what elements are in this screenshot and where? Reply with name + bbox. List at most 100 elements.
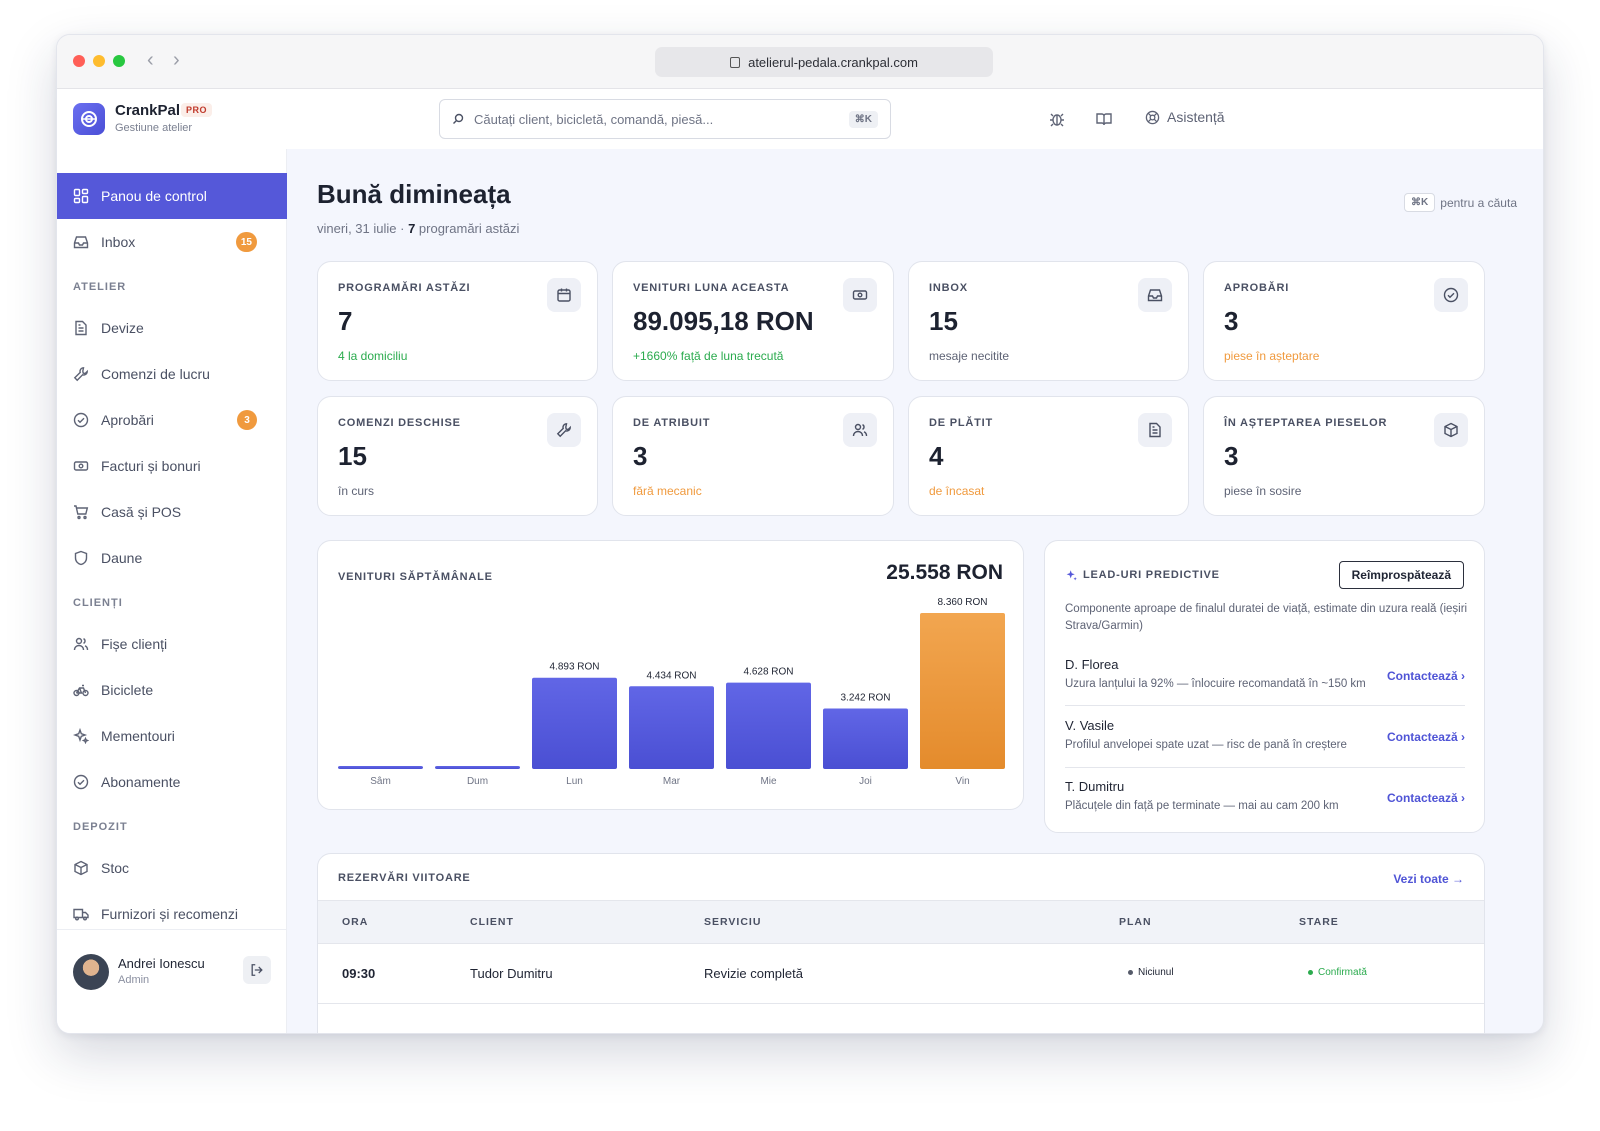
- column-header[interactable]: PLAN: [1119, 916, 1152, 928]
- sidebar-item-subscriptions[interactable]: Abonamente: [57, 759, 287, 805]
- logout-icon: [251, 964, 263, 976]
- stat-sub: piese în așteptare: [1224, 349, 1320, 363]
- bar-Lun[interactable]: [532, 677, 617, 769]
- column-header[interactable]: CLIENT: [470, 916, 514, 928]
- stat-sub: 4 la domiciliu: [338, 349, 408, 363]
- sidebar-item-bicycles[interactable]: Biciclete: [57, 667, 287, 713]
- approvals-count-badge: 3: [237, 410, 257, 430]
- booking-service: Revizie completă: [704, 966, 803, 981]
- hint-shortcut: ⌘K: [1404, 193, 1436, 212]
- sidebar-item-devize[interactable]: Devize: [57, 305, 287, 351]
- sidebar-item-label: Devize: [101, 320, 144, 336]
- app-header: CrankPal PRO Gestiune atelier Căutați cl…: [57, 89, 1543, 149]
- url-text: atelierul-pedala.crankpal.com: [748, 54, 918, 70]
- user-name: Andrei Ionescu: [118, 956, 205, 971]
- lead-name: V. Vasile: [1065, 718, 1115, 733]
- stat-card-revenue-month[interactable]: VENITURI LUNA ACEASTA 89.095,18 RON +166…: [612, 261, 894, 381]
- sidebar-item-reminders[interactable]: Mementouri: [57, 713, 287, 759]
- sidebar-item-pos[interactable]: Casă și POS: [57, 489, 287, 535]
- bar-Mie[interactable]: [726, 682, 811, 769]
- sidebar-item-dashboard[interactable]: Panou de control: [57, 173, 287, 219]
- table-title: REZERVĂRI VIITOARE: [338, 872, 471, 884]
- bar-Dum[interactable]: [435, 766, 520, 769]
- user-profile: Andrei Ionescu Admin: [57, 929, 287, 1033]
- stat-card-awaiting-parts[interactable]: ÎN AȘTEPTAREA PIESELOR 3 piese în sosire: [1203, 396, 1485, 516]
- sidebar-item-label: Abonamente: [101, 774, 181, 790]
- docs-book-icon[interactable]: [1094, 109, 1114, 129]
- brand-logo-icon[interactable]: [73, 103, 105, 135]
- plan-value: Niciunul: [1138, 967, 1174, 978]
- sidebar-item-invoices[interactable]: Facturi și bonuri: [57, 443, 287, 489]
- avatar[interactable]: [73, 954, 109, 990]
- stat-sub: +1660% față de luna trecută: [633, 349, 784, 363]
- back-arrow-icon[interactable]: ‹: [147, 49, 154, 72]
- document-icon: [1138, 413, 1172, 447]
- sidebar-item-stock[interactable]: Stoc: [57, 845, 287, 891]
- stat-card-open-orders[interactable]: COMENZI DESCHISE 15 în curs: [317, 396, 598, 516]
- column-header[interactable]: STARE: [1299, 916, 1339, 928]
- stat-card-appointments[interactable]: PROGRAMĂRI ASTĂZI 7 4 la domiciliu: [317, 261, 598, 381]
- global-search-input[interactable]: Căutați client, bicicletă, comandă, pies…: [439, 99, 891, 139]
- sidebar-item-inbox[interactable]: Inbox 15: [57, 219, 287, 265]
- close-window-button[interactable]: [73, 55, 85, 67]
- address-bar[interactable]: atelierul-pedala.crankpal.com: [655, 47, 993, 77]
- sidebar-item-damages[interactable]: Daune: [57, 535, 287, 581]
- sidebar: Panou de control Inbox 15 ATELIER Devize…: [57, 149, 287, 1033]
- x-tick-label: Lun: [566, 776, 583, 787]
- contact-link[interactable]: Contactează ›: [1387, 791, 1465, 805]
- plan-badge: PRO: [181, 103, 213, 117]
- bar-Mar[interactable]: [629, 686, 714, 769]
- stat-card-approvals[interactable]: APROBĂRI 3 piese în așteptare: [1203, 261, 1485, 381]
- stat-card-inbox[interactable]: INBOX 15 mesaje necitite: [908, 261, 1189, 381]
- bar-Vin[interactable]: [920, 613, 1005, 769]
- stat-label: APROBĂRI: [1224, 282, 1290, 294]
- main-content: Bună dimineața vineri, 31 iulie · 7 prog…: [287, 149, 1543, 1033]
- users-icon: [73, 637, 89, 651]
- stat-value: 3: [1224, 441, 1239, 471]
- bar-Sâm[interactable]: [338, 766, 423, 769]
- stat-card-to-pay[interactable]: DE PLĂTIT 4 de încasat: [908, 396, 1189, 516]
- booking-time: 09:30: [342, 966, 376, 981]
- sidebar-item-work-orders[interactable]: Comenzi de lucru: [57, 351, 287, 397]
- inbox-icon: [73, 236, 89, 249]
- banknote-icon: [73, 461, 89, 471]
- browser-toolbar: ‹ › atelierul-pedala.crankpal.com: [57, 35, 1543, 89]
- date-separator: ·: [396, 221, 409, 236]
- sidebar-item-approvals[interactable]: Aprobări 3: [57, 397, 287, 443]
- weekly-revenue-chart: VENITURI SĂPTĂMÂNALE 25.558 RON Sâm Dum 4.…: [317, 540, 1024, 810]
- wrench-icon: [73, 367, 88, 382]
- bug-report-icon[interactable]: [1047, 109, 1067, 129]
- refresh-button[interactable]: Reîmprospătează: [1338, 561, 1464, 589]
- stat-sub: mesaje necitite: [929, 349, 1010, 363]
- contact-link[interactable]: Contactează ›: [1387, 669, 1465, 683]
- view-all-link[interactable]: Vezi toate →: [1393, 872, 1464, 886]
- logout-button[interactable]: [243, 956, 271, 984]
- stat-sub: în curs: [338, 484, 375, 498]
- column-header[interactable]: SERVICIU: [704, 916, 761, 928]
- browser-window: ‹ › atelierul-pedala.crankpal.com CrankP…: [56, 34, 1544, 1034]
- search-icon: [453, 113, 464, 124]
- document-icon: [75, 320, 87, 336]
- brand-name: CrankPal: [115, 102, 181, 119]
- lifebuoy-icon: [1145, 110, 1160, 124]
- sidebar-item-client-files[interactable]: Fișe clienți: [57, 621, 287, 667]
- section-label-depozit: DEPOZIT: [73, 821, 128, 833]
- upcoming-bookings-table: REZERVĂRI VIITOARE Vezi toate → ORA CLIE…: [317, 853, 1485, 1033]
- shield-icon: [74, 550, 88, 566]
- bar-Joi[interactable]: [823, 708, 908, 769]
- stat-card-to-assign[interactable]: DE ATRIBUIT 3 fără mecanic: [612, 396, 894, 516]
- contact-link[interactable]: Contactează ›: [1387, 730, 1465, 744]
- table-row[interactable]: 09:30 Tudor Dumitru Revizie completă Nic…: [318, 944, 1484, 1004]
- help-button[interactable]: Asistență: [1145, 109, 1225, 125]
- stat-label: ÎN AȘTEPTAREA PIESELOR: [1224, 417, 1388, 429]
- truck-icon: [73, 908, 89, 921]
- maximize-window-button[interactable]: [113, 55, 125, 67]
- sidebar-item-label: Inbox: [101, 234, 136, 250]
- check-circle-icon: [73, 412, 89, 428]
- lock-icon: [730, 56, 741, 68]
- bicycle-icon: [73, 684, 89, 697]
- minimize-window-button[interactable]: [93, 55, 105, 67]
- column-header[interactable]: ORA: [342, 916, 368, 928]
- help-label: Asistență: [1167, 109, 1225, 125]
- forward-arrow-icon[interactable]: ›: [173, 49, 180, 72]
